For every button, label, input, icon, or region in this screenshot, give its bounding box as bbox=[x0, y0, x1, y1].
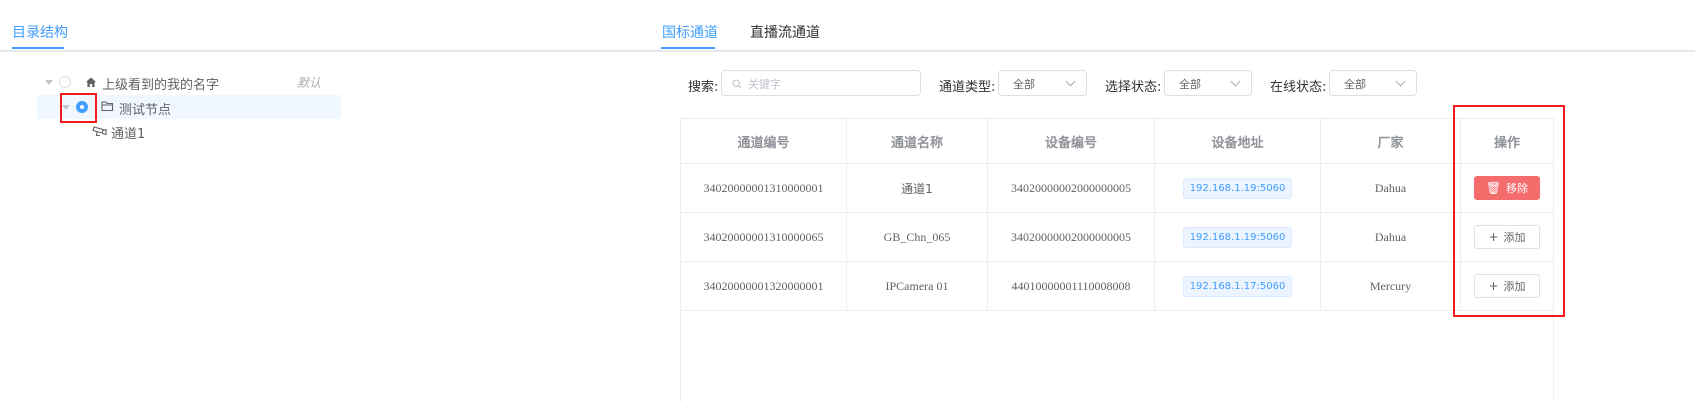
caret-down-icon[interactable] bbox=[45, 80, 53, 85]
header-device-address: 设备地址 bbox=[1155, 119, 1321, 164]
folder-icon bbox=[101, 101, 114, 112]
online-state-value: 全部 bbox=[1344, 78, 1366, 91]
tree-root-radio[interactable] bbox=[59, 76, 71, 88]
cell-channel-id: 34020000001320000001 bbox=[681, 262, 847, 311]
header-device-id: 设备编号 bbox=[988, 119, 1155, 164]
tab-live-stream-channel[interactable]: 直播流通道 bbox=[750, 22, 820, 42]
cell-channel-name: GB_Chn_065 bbox=[847, 213, 988, 262]
chevron-down-icon bbox=[1395, 76, 1406, 87]
cell-device-id: 44010000001110008008 bbox=[988, 262, 1155, 311]
tab-directory-structure[interactable]: 目录结构 bbox=[12, 22, 68, 42]
search-label: 搜索: bbox=[688, 80, 719, 95]
tree-leaf-channel[interactable]: 通道1 bbox=[90, 119, 210, 143]
home-icon bbox=[86, 77, 96, 87]
tree-node-root[interactable]: 上级看到的我的名字 默认 bbox=[37, 70, 341, 94]
cell-device-id: 34020000002000000005 bbox=[988, 213, 1155, 262]
select-state-label: 选择状态: bbox=[1105, 80, 1162, 95]
channel-table: 通道编号 通道名称 设备编号 设备地址 厂家 操作 34020000001310… bbox=[680, 118, 1554, 402]
cell-channel-name: IPCamera 01 bbox=[847, 262, 988, 311]
address-tag: 192.168.1.19:5060 bbox=[1182, 177, 1293, 199]
left-tab-bar bbox=[0, 0, 660, 52]
select-state-value: 全部 bbox=[1179, 78, 1201, 91]
search-placeholder: 关键字 bbox=[748, 78, 781, 91]
header-channel-name: 通道名称 bbox=[847, 119, 988, 164]
left-tab-active-indicator bbox=[12, 47, 64, 49]
tree-node-label: 测试节点 bbox=[119, 103, 172, 118]
tree-root-default-tag: 默认 bbox=[297, 76, 322, 90]
right-tab-active-indicator bbox=[661, 47, 715, 49]
select-state-select[interactable]: 全部 bbox=[1164, 70, 1252, 96]
channel-type-value: 全部 bbox=[1013, 78, 1035, 91]
address-tag: 192.168.1.19:5060 bbox=[1182, 226, 1293, 248]
cell-vendor: Mercury bbox=[1321, 262, 1461, 311]
cell-vendor: Dahua bbox=[1321, 213, 1461, 262]
tab-gb-channel[interactable]: 国标通道 bbox=[662, 22, 718, 42]
channel-type-label: 通道类型: bbox=[939, 80, 996, 95]
channel-type-select[interactable]: 全部 bbox=[998, 70, 1087, 96]
tree-leaf-label: 通道1 bbox=[111, 127, 146, 142]
cell-channel-id: 34020000001310000001 bbox=[681, 164, 847, 213]
online-state-select[interactable]: 全部 bbox=[1329, 70, 1417, 96]
header-channel-id: 通道编号 bbox=[681, 119, 847, 164]
tree-root-label: 上级看到的我的名字 bbox=[102, 78, 220, 93]
cell-device-address: 192.168.1.17:5060 bbox=[1155, 262, 1321, 311]
cell-device-address: 192.168.1.19:5060 bbox=[1155, 213, 1321, 262]
actions-highlight-box bbox=[1453, 105, 1565, 317]
online-state-label: 在线状态: bbox=[1270, 80, 1327, 95]
cell-channel-id: 34020000001310000065 bbox=[681, 213, 847, 262]
cell-device-id: 34020000002000000005 bbox=[988, 164, 1155, 213]
cell-vendor: Dahua bbox=[1321, 164, 1461, 213]
cell-device-address: 192.168.1.19:5060 bbox=[1155, 164, 1321, 213]
chevron-down-icon bbox=[1230, 76, 1241, 87]
address-tag: 192.168.1.17:5060 bbox=[1182, 275, 1293, 297]
search-input[interactable]: 关键字 bbox=[721, 70, 921, 96]
header-vendor: 厂家 bbox=[1321, 119, 1461, 164]
camera-icon bbox=[92, 126, 107, 137]
cell-channel-name: 通道1 bbox=[847, 164, 988, 213]
search-icon bbox=[732, 79, 742, 89]
chevron-down-icon bbox=[1065, 76, 1076, 87]
